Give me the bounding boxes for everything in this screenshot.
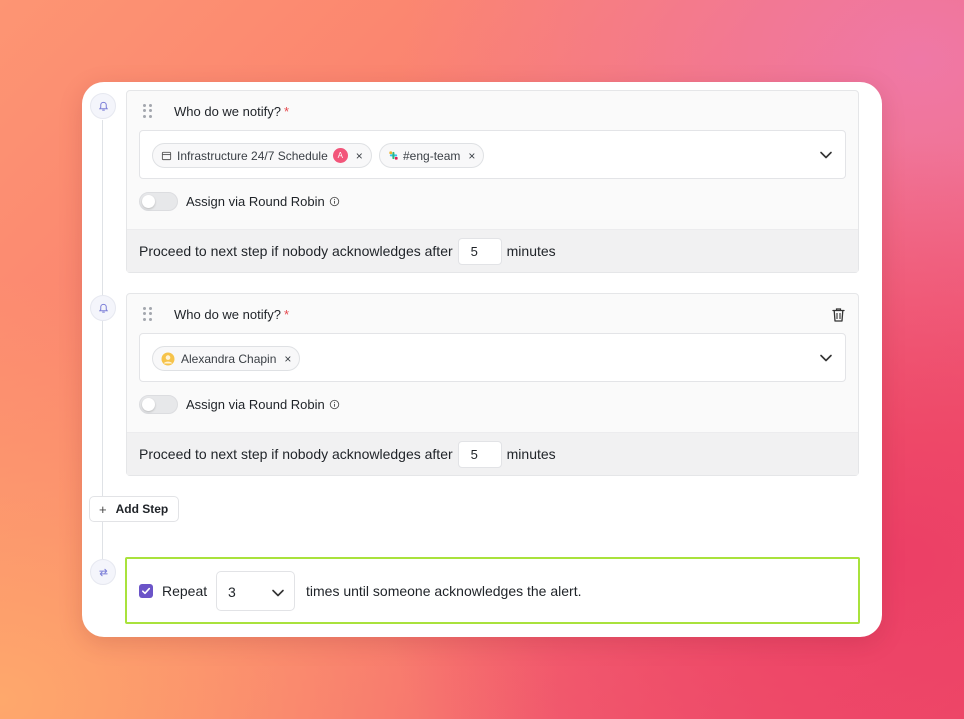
repeat-count-select[interactable]: 3	[216, 571, 295, 611]
round-robin-toggle[interactable]	[139, 191, 178, 211]
escalation-step-2: Who do we notify? * Alexandra Chapin × As…	[126, 293, 859, 476]
add-step-label: Add Step	[115, 502, 169, 516]
proceed-text: Proceed to next step if nobody acknowled…	[139, 243, 453, 259]
remove-recipient-icon[interactable]: ×	[468, 149, 475, 163]
repeat-checkbox[interactable]	[139, 584, 153, 598]
step-title-text: Who do we notify?	[174, 307, 281, 322]
round-robin-row: Assign via Round Robin	[139, 394, 340, 414]
proceed-text: Proceed to next step if nobody acknowled…	[139, 446, 453, 462]
info-icon[interactable]	[329, 399, 340, 410]
recipient-chip-schedule: Infrastructure 24/7 Schedule A ×	[152, 143, 372, 168]
step-1-bell-node	[90, 93, 116, 119]
slack-icon	[389, 151, 398, 160]
recipient-chip-user: Alexandra Chapin ×	[152, 346, 301, 371]
checkmark-icon	[142, 587, 151, 595]
chevron-down-icon[interactable]	[819, 148, 833, 162]
minutes-input[interactable]: 5	[457, 237, 502, 265]
recipient-label: #eng-team	[403, 148, 461, 163]
round-robin-toggle[interactable]	[139, 394, 178, 414]
round-robin-row: Assign via Round Robin	[139, 191, 340, 211]
required-asterisk: *	[283, 104, 290, 119]
plus-icon: +	[99, 501, 107, 517]
step-title: Who do we notify? *	[174, 307, 289, 322]
timeline-line	[102, 120, 103, 560]
repeat-count-value: 3	[228, 584, 236, 600]
repeat-settings: Repeat 3 times until someone acknowledge…	[125, 557, 860, 624]
minutes-label: minutes	[506, 243, 556, 259]
chevron-down-icon	[272, 589, 284, 597]
schedule-badge-avatar: A	[332, 148, 348, 163]
proceed-row: Proceed to next step if nobody acknowled…	[127, 229, 858, 272]
step-header: Who do we notify? *	[127, 294, 858, 332]
info-icon[interactable]	[329, 196, 340, 207]
bell-icon	[98, 101, 108, 111]
remove-recipient-icon[interactable]: ×	[356, 149, 363, 163]
round-robin-label: Assign via Round Robin	[186, 396, 325, 412]
drag-handle-icon[interactable]	[143, 307, 153, 321]
minutes-label: minutes	[506, 446, 556, 462]
user-avatar-icon	[161, 352, 175, 365]
step-title: Who do we notify? *	[174, 104, 289, 119]
round-robin-label: Assign via Round Robin	[186, 193, 325, 209]
drag-handle-icon[interactable]	[143, 104, 153, 118]
required-asterisk: *	[283, 307, 290, 322]
add-step-button[interactable]: + Add Step	[89, 496, 179, 522]
recipients-select[interactable]: Alexandra Chapin ×	[139, 333, 846, 382]
repeat-suffix-text: times until someone acknowledges the ale…	[306, 583, 582, 599]
recipient-label: Infrastructure 24/7 Schedule	[177, 148, 328, 163]
recipient-label: Alexandra Chapin	[181, 351, 277, 366]
proceed-row: Proceed to next step if nobody acknowled…	[127, 432, 858, 475]
remove-recipient-icon[interactable]: ×	[284, 352, 291, 366]
trash-icon[interactable]	[831, 307, 846, 323]
calendar-icon	[161, 151, 172, 161]
bell-icon	[98, 303, 108, 313]
repeat-arrows-icon	[98, 568, 108, 576]
recipient-chip-slack-channel: #eng-team ×	[379, 143, 485, 168]
repeat-node	[90, 559, 116, 585]
escalation-step-1: Who do we notify? * Infrastructure 24/7 S…	[126, 90, 859, 273]
step-header: Who do we notify? *	[127, 91, 858, 129]
repeat-label: Repeat	[162, 583, 208, 599]
step-title-text: Who do we notify?	[174, 104, 281, 119]
minutes-input[interactable]: 5	[457, 440, 502, 468]
step-2-bell-node	[90, 295, 116, 321]
recipients-select[interactable]: Infrastructure 24/7 Schedule A × #eng-te…	[139, 130, 846, 179]
chevron-down-icon[interactable]	[819, 351, 833, 365]
